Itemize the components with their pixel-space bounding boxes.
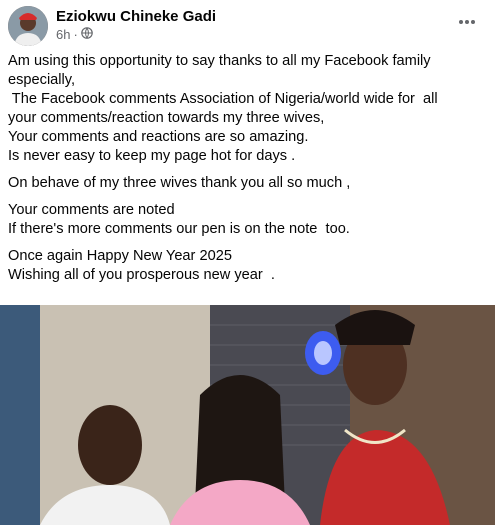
more-options-button[interactable] bbox=[455, 10, 479, 34]
post-line: Your comments are noted bbox=[8, 202, 175, 218]
post-photo[interactable] bbox=[0, 305, 495, 525]
avatar[interactable] bbox=[8, 6, 48, 46]
post-line: Wishing all of you prosperous new year . bbox=[8, 267, 275, 283]
post-line: Am using this opportunity to say thanks … bbox=[8, 53, 431, 69]
post-line: Your comments and reactions are so amazi… bbox=[8, 129, 309, 145]
meta-separator: · bbox=[73, 27, 78, 42]
post-line: The Facebook comments Association of Nig… bbox=[8, 91, 438, 107]
post-line: Is never easy to keep my page hot for da… bbox=[8, 148, 296, 164]
post-meta: 6h · bbox=[56, 27, 93, 42]
post-line: If there's more comments our pen is on t… bbox=[8, 221, 350, 237]
post-line: On behave of my three wives thank you al… bbox=[8, 175, 351, 191]
post-time[interactable]: 6h bbox=[56, 27, 70, 42]
post-line: your comments/reaction towards my three … bbox=[8, 110, 325, 126]
post-text: Am using this opportunity to say thanks … bbox=[8, 52, 488, 285]
post-line: Once again Happy New Year 2025 bbox=[8, 248, 232, 264]
post-line: especially, bbox=[8, 72, 76, 88]
author-name[interactable]: Eziokwu Chineke Gadi bbox=[56, 8, 216, 25]
globe-icon[interactable] bbox=[81, 27, 93, 42]
post-header: Eziokwu Chineke Gadi 6h · bbox=[0, 0, 495, 48]
more-horizontal-icon bbox=[459, 20, 475, 24]
